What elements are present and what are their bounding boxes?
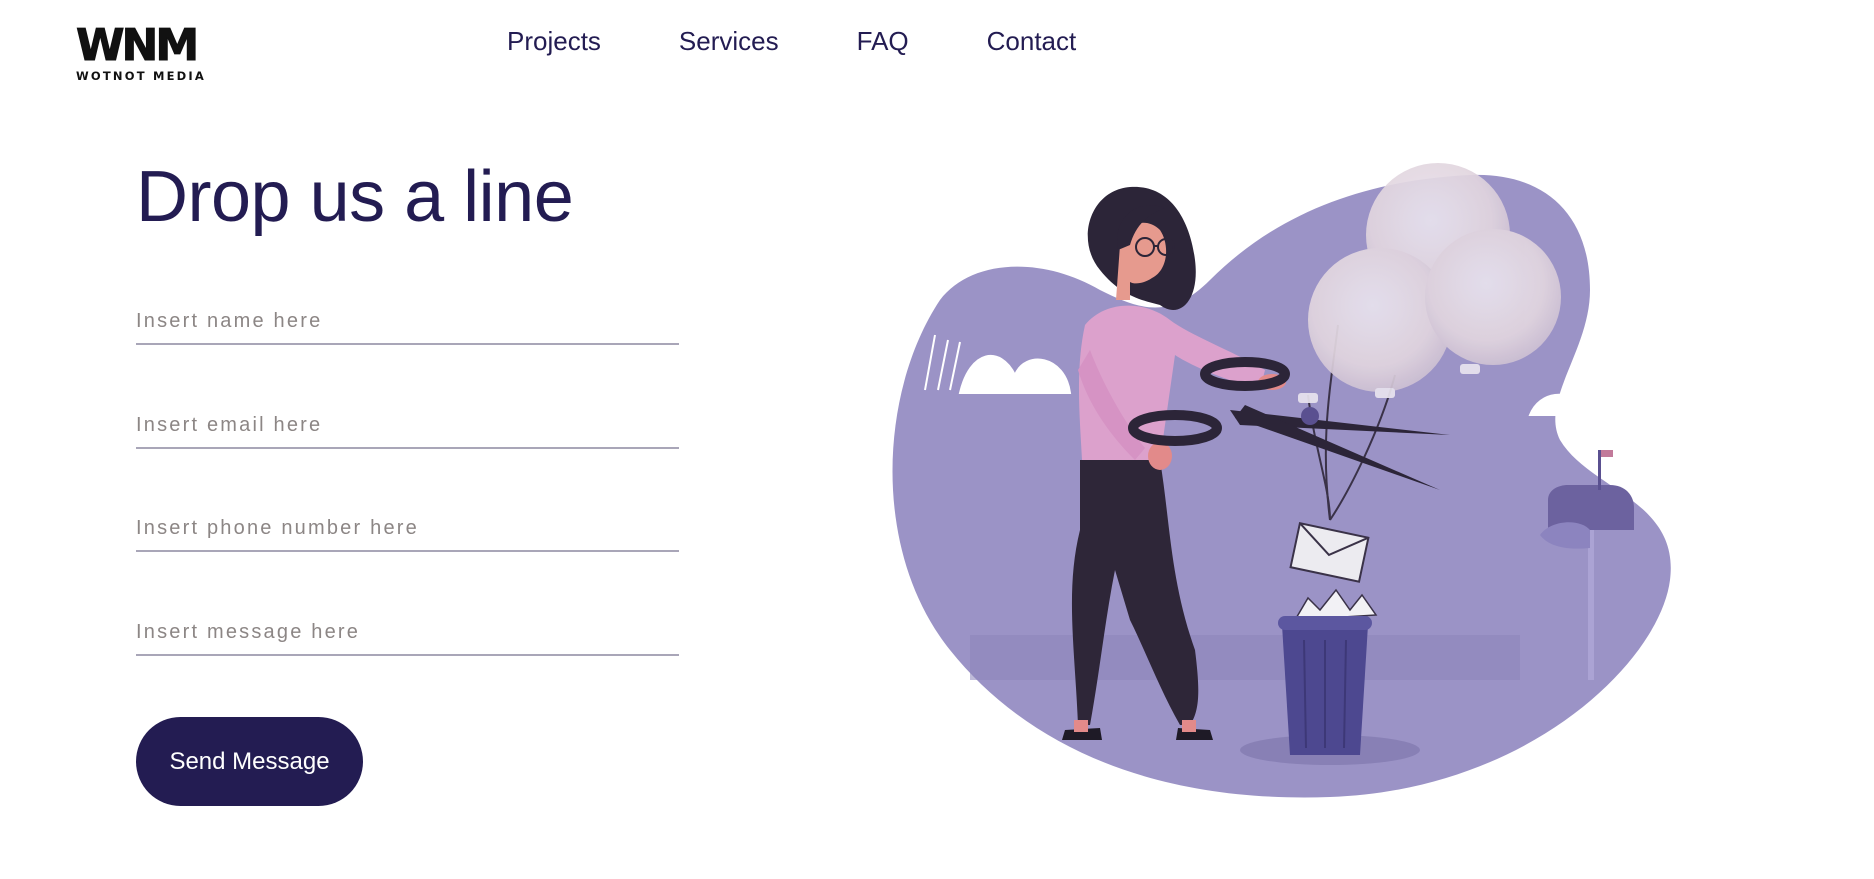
email-field-wrapper	[136, 397, 679, 449]
logo[interactable]: WNM WOTNOT MEDIA	[76, 20, 228, 83]
nav-link-projects[interactable]: Projects	[507, 26, 601, 57]
logo-tagline: WOTNOT MEDIA	[76, 69, 206, 83]
contact-page: WNM WOTNOT MEDIA Projects Services FAQ C…	[0, 0, 1874, 879]
logo-mark: WNM	[76, 20, 200, 71]
name-field-wrapper	[136, 293, 679, 345]
nav-link-services[interactable]: Services	[679, 26, 779, 57]
message-input[interactable]	[136, 604, 679, 656]
send-message-button[interactable]: Send Message	[136, 717, 363, 806]
email-input[interactable]	[136, 397, 679, 449]
phone-input[interactable]	[136, 500, 679, 552]
nav-link-faq[interactable]: FAQ	[857, 26, 909, 57]
page-title: Drop us a line	[136, 157, 574, 237]
main-nav: Projects Services FAQ Contact	[507, 26, 1154, 57]
ground-shadow	[970, 635, 1520, 680]
phone-field-wrapper	[136, 500, 679, 552]
message-field-wrapper	[136, 604, 679, 656]
name-input[interactable]	[136, 293, 679, 345]
nav-link-contact[interactable]: Contact	[987, 26, 1077, 57]
contact-illustration	[892, 163, 1671, 798]
